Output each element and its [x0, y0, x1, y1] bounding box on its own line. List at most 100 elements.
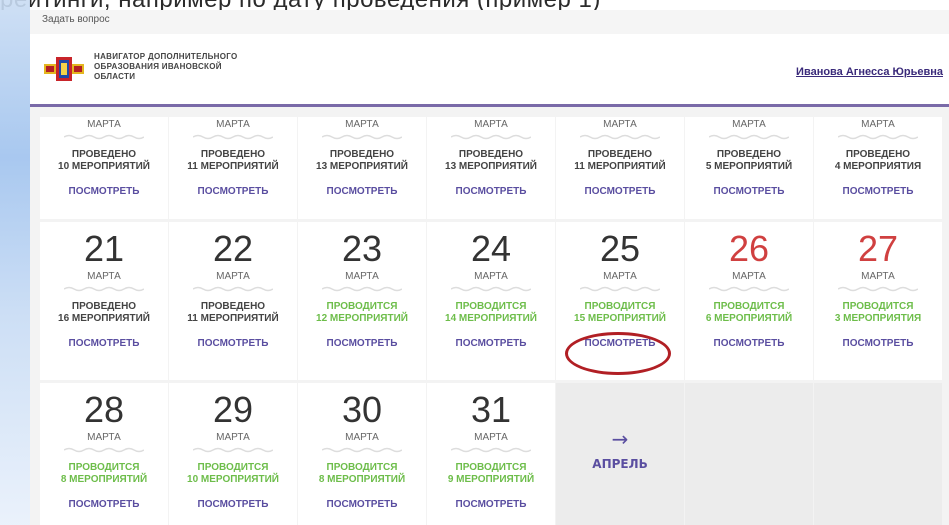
view-button[interactable]: ПОСМОТРЕТЬ: [843, 186, 914, 197]
view-button[interactable]: ПОСМОТРЕТЬ: [843, 338, 914, 349]
event-status: ПРОВЕДЕНО 13 МЕРОПРИЯТИЙ: [445, 149, 537, 172]
calendar-day-cell: 23 МАРТА ПРОВОДИТСЯ 12 МЕРОПРИЯТИЙ ПОСМОТ…: [298, 222, 426, 380]
event-status: ПРОВЕДЕНО 5 МЕРОПРИЯТИЙ: [705, 149, 793, 172]
view-button[interactable]: ПОСМОТРЕТЬ: [327, 338, 398, 349]
brand-line-2: ОБРАЗОВАНИЯ ИВАНОВСКОЙ: [94, 62, 222, 71]
calendar-day-cell: 29 МАРТА ПРОВОДИТСЯ 10 МЕРОПРИЯТИЙ ПОСМОТ…: [169, 383, 297, 525]
next-month-label: АПРЕЛЬ: [592, 457, 648, 471]
calendar-day-cell: 30 МАРТА ПРОВОДИТСЯ 8 МЕРОПРИЯТИЙ ПОСМОТР…: [298, 383, 426, 525]
view-button[interactable]: ПОСМОТРЕТЬ: [456, 338, 527, 349]
calendar-grid: МАРТА ПРОВЕДЕНО 10 МЕРОПРИЯТИЙ ПОСМОТРЕТЬ…: [40, 117, 942, 525]
event-status: ПРОВОДИТСЯ 15 МЕРОПРИЯТИЙ: [574, 301, 666, 324]
navigator-brand-title[interactable]: НАВИГАТОР ДОПОЛНИТЕЛЬНОГО ОБРАЗОВАНИЯ ИВ…: [94, 52, 294, 82]
day-number: 31: [470, 389, 512, 430]
divider-wave: [64, 286, 144, 292]
month-label: МАРТА: [603, 119, 637, 130]
day-number: 29: [212, 389, 254, 430]
divider-wave: [709, 286, 789, 292]
event-status: ПРОВЕДЕНО 11 МЕРОПРИЯТИЙ: [187, 301, 279, 324]
divider-wave: [451, 447, 531, 453]
events-calendar: МАРТА ПРОВЕДЕНО 10 МЕРОПРИЯТИЙ ПОСМОТРЕТЬ…: [40, 117, 944, 525]
divider-wave: [193, 447, 273, 453]
view-button[interactable]: ПОСМОТРЕТЬ: [714, 338, 785, 349]
view-button[interactable]: ПОСМОТРЕТЬ: [585, 186, 656, 197]
view-button[interactable]: ПОСМОТРЕТЬ: [198, 186, 269, 197]
top-caption-strip: рейтинги, например по дату проведения (п…: [0, 0, 949, 10]
calendar-day-cell: 21 МАРТА ПРОВЕДЕНО 16 МЕРОПРИЯТИЙ ПОСМОТР…: [40, 222, 168, 380]
view-button[interactable]: ПОСМОТРЕТЬ: [585, 338, 656, 349]
calendar-day-cell: 31 МАРТА ПРОВОДИТСЯ 9 МЕРОПРИЯТИЙ ПОСМОТР…: [427, 383, 555, 525]
month-label: МАРТА: [345, 119, 379, 130]
day-number: 24: [470, 228, 512, 269]
month-label: МАРТА: [345, 432, 379, 443]
divider-wave: [64, 134, 144, 140]
day-number: 28: [83, 389, 125, 430]
month-label: МАРТА: [732, 119, 766, 130]
event-status: ПРОВОДИТСЯ 9 МЕРОПРИЯТИЙ: [447, 462, 535, 485]
view-button[interactable]: ПОСМОТРЕТЬ: [456, 186, 527, 197]
month-label: МАРТА: [87, 432, 121, 443]
event-status: ПРОВОДИТСЯ 10 МЕРОПРИЯТИЙ: [187, 462, 279, 485]
event-status: ПРОВЕДЕНО 13 МЕРОПРИЯТИЙ: [316, 149, 408, 172]
event-status: ПРОВЕДЕНО 16 МЕРОПРИЯТИЙ: [58, 301, 150, 324]
calendar-day-cell: МАРТА ПРОВЕДЕНО 11 МЕРОПРИЯТИЙ ПОСМОТРЕТЬ: [556, 117, 684, 219]
next-month-cell[interactable]: → АПРЕЛЬ: [556, 383, 684, 525]
view-button[interactable]: ПОСМОТРЕТЬ: [198, 499, 269, 510]
day-number: 27: [857, 228, 899, 269]
divider-wave: [64, 447, 144, 453]
region-coat-of-arms-logo[interactable]: [44, 56, 84, 82]
divider-wave: [193, 134, 273, 140]
divider-wave: [322, 134, 402, 140]
empty-cell: [685, 383, 813, 525]
brand-line-1: НАВИГАТОР ДОПОЛНИТЕЛЬНОГО: [94, 52, 238, 61]
user-profile-link[interactable]: Иванова Агнесса Юрьевна: [796, 66, 943, 78]
divider-wave: [580, 286, 660, 292]
calendar-day-cell: МАРТА ПРОВЕДЕНО 5 МЕРОПРИЯТИЙ ПОСМОТРЕТЬ: [685, 117, 813, 219]
calendar-day-cell: МАРТА ПРОВЕДЕНО 10 МЕРОПРИЯТИЙ ПОСМОТРЕТЬ: [40, 117, 168, 219]
divider-wave: [322, 286, 402, 292]
event-status: ПРОВЕДЕНО 10 МЕРОПРИЯТИЙ: [58, 149, 150, 172]
day-number: 21: [83, 228, 125, 269]
view-button[interactable]: ПОСМОТРЕТЬ: [69, 499, 140, 510]
month-label: МАРТА: [861, 271, 895, 282]
calendar-day-cell: 27 МАРТА ПРОВОДИТСЯ 3 МЕРОПРИЯТИЯ ПОСМОТР…: [814, 222, 942, 380]
month-label: МАРТА: [861, 119, 895, 130]
divider-wave: [322, 447, 402, 453]
ask-question-link[interactable]: Задать вопрос: [42, 14, 110, 25]
view-button[interactable]: ПОСМОТРЕТЬ: [714, 186, 785, 197]
month-label: МАРТА: [603, 271, 637, 282]
month-label: МАРТА: [474, 432, 508, 443]
day-number: 30: [341, 389, 383, 430]
divider-wave: [709, 134, 789, 140]
month-label: МАРТА: [474, 119, 508, 130]
view-button[interactable]: ПОСМОТРЕТЬ: [198, 338, 269, 349]
view-button[interactable]: ПОСМОТРЕТЬ: [69, 186, 140, 197]
calendar-day-cell: 24 МАРТА ПРОВОДИТСЯ 14 МЕРОПРИЯТИЙ ПОСМОТ…: [427, 222, 555, 380]
day-number: 26: [728, 228, 770, 269]
divider-wave: [838, 134, 918, 140]
brand-line-3: ОБЛАСТИ: [94, 72, 136, 81]
month-label: МАРТА: [732, 271, 766, 282]
view-button[interactable]: ПОСМОТРЕТЬ: [327, 186, 398, 197]
view-button[interactable]: ПОСМОТРЕТЬ: [69, 338, 140, 349]
calendar-day-cell: МАРТА ПРОВЕДЕНО 4 МЕРОПРИЯТИЯ ПОСМОТРЕТЬ: [814, 117, 942, 219]
view-button[interactable]: ПОСМОТРЕТЬ: [327, 499, 398, 510]
divider-wave: [451, 286, 531, 292]
calendar-day-cell: МАРТА ПРОВЕДЕНО 13 МЕРОПРИЯТИЙ ПОСМОТРЕТЬ: [298, 117, 426, 219]
top-bar: Задать вопрос: [30, 10, 949, 34]
month-label: МАРТА: [216, 271, 250, 282]
app-window: Задать вопрос НАВИГАТОР ДОПОЛНИТЕЛЬНОГО …: [30, 10, 949, 525]
divider-wave: [451, 134, 531, 140]
month-label: МАРТА: [216, 119, 250, 130]
arrow-right-icon: →: [611, 427, 629, 451]
event-status: ПРОВОДИТСЯ 6 МЕРОПРИЯТИЙ: [705, 301, 793, 324]
calendar-day-cell: МАРТА ПРОВЕДЕНО 13 МЕРОПРИЯТИЙ ПОСМОТРЕТЬ: [427, 117, 555, 219]
month-label: МАРТА: [87, 119, 121, 130]
calendar-day-cell: 25 МАРТА ПРОВОДИТСЯ 15 МЕРОПРИЯТИЙ ПОСМОТ…: [556, 222, 684, 380]
view-button[interactable]: ПОСМОТРЕТЬ: [456, 499, 527, 510]
divider-wave: [193, 286, 273, 292]
caption-text: рейтинги, например по дату проведения (п…: [0, 0, 949, 10]
calendar-day-cell: МАРТА ПРОВЕДЕНО 11 МЕРОПРИЯТИЙ ПОСМОТРЕТЬ: [169, 117, 297, 219]
event-status: ПРОВЕДЕНО 11 МЕРОПРИЯТИЙ: [574, 149, 666, 172]
site-header: НАВИГАТОР ДОПОЛНИТЕЛЬНОГО ОБРАЗОВАНИЯ ИВ…: [30, 34, 949, 107]
